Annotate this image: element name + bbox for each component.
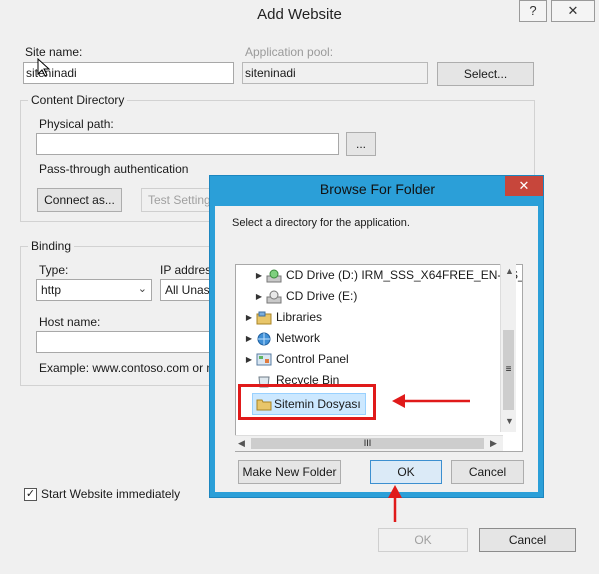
arrow-to-ok-icon bbox=[388, 485, 402, 522]
arrow-to-folder-icon bbox=[392, 394, 470, 408]
annotation-arrows bbox=[388, 394, 470, 522]
